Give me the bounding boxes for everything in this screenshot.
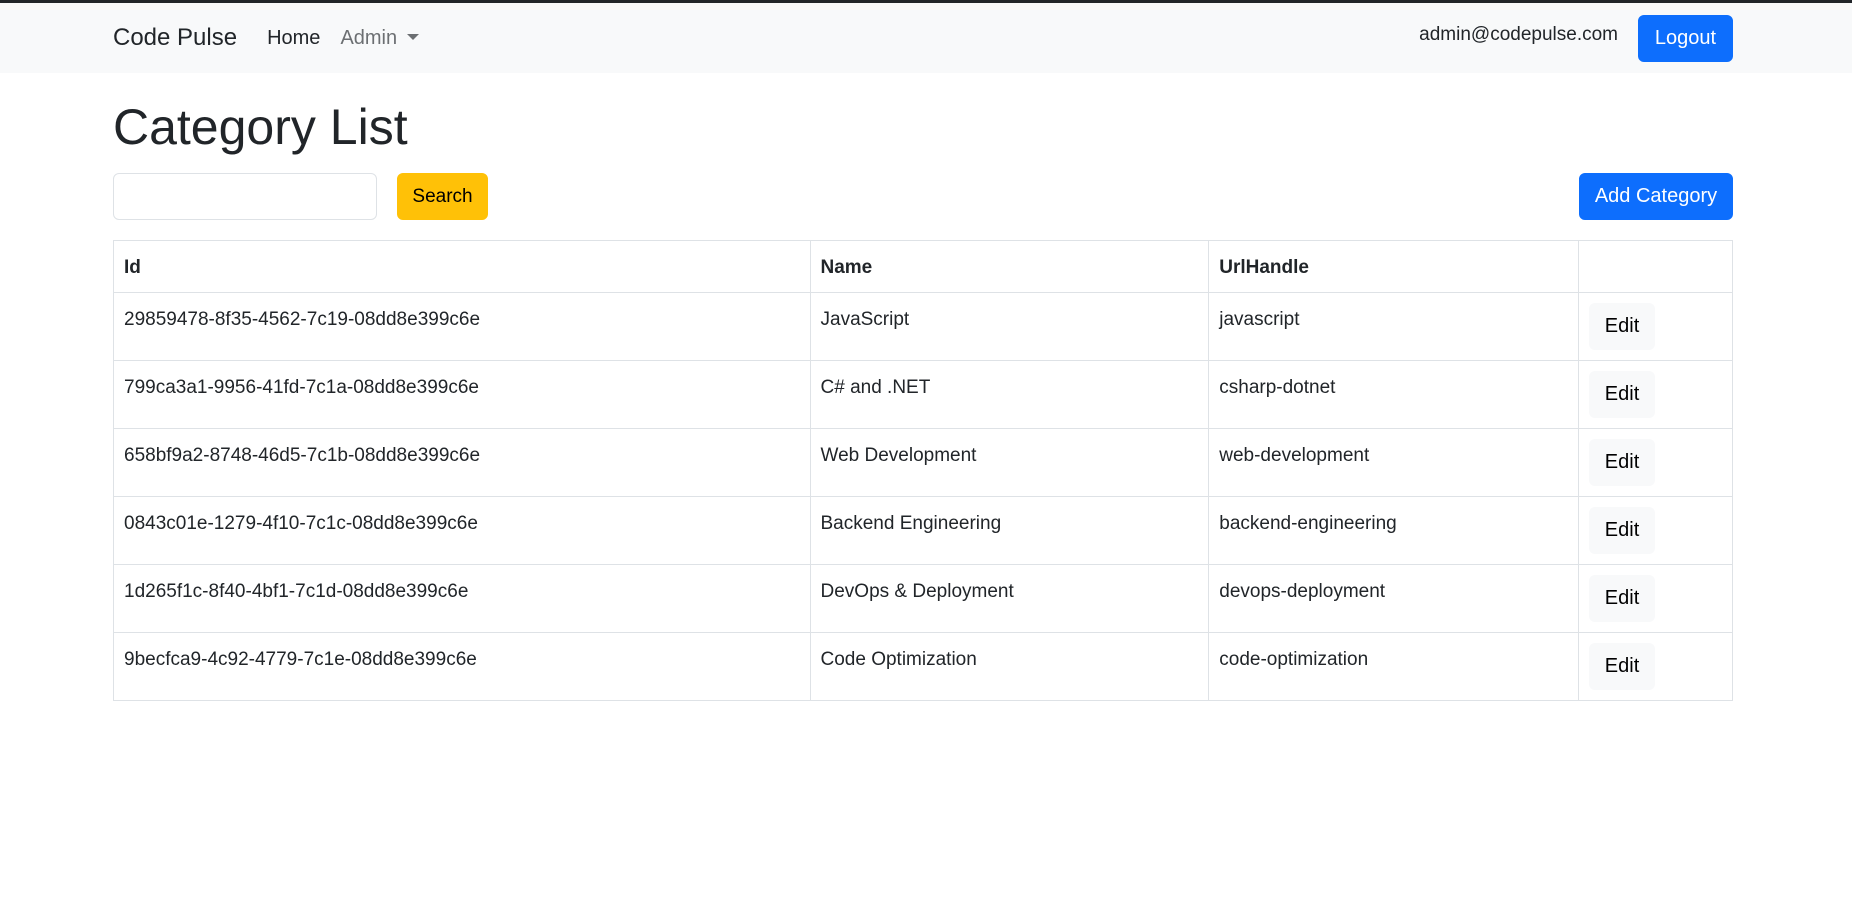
cell-actions: Edit — [1578, 632, 1733, 701]
chevron-down-icon — [407, 34, 420, 40]
cell-urlhandle: javascript — [1208, 292, 1580, 361]
cell-id: 1d265f1c-8f40-4bf1-7c1d-08dd8e399c6e — [113, 564, 811, 633]
cell-urlhandle: backend-engineering — [1208, 496, 1580, 565]
edit-button[interactable]: Edit — [1589, 575, 1656, 622]
brand-link[interactable]: Code Pulse — [113, 24, 237, 52]
nav-dropdown-admin-label: Admin — [340, 26, 398, 49]
category-table: Id Name UrlHandle 29859478-8f35-4562-7c1… — [113, 240, 1733, 701]
navbar-inner: Code Pulse Home Admin admin@codepulse.co… — [113, 3, 1733, 73]
table-header-row: Id Name UrlHandle — [113, 240, 1733, 293]
table-row: 9becfca9-4c92-4779-7c1e-08dd8e399c6e Cod… — [113, 632, 1733, 701]
page-title: Category List — [113, 99, 408, 155]
table-header: Id Name UrlHandle — [113, 240, 1733, 293]
edit-button[interactable]: Edit — [1589, 371, 1656, 418]
cell-urlhandle: web-development — [1208, 428, 1580, 497]
cell-id: 29859478-8f35-4562-7c19-08dd8e399c6e — [113, 292, 811, 361]
cell-actions: Edit — [1578, 564, 1733, 633]
user-email: admin@codepulse.com — [1419, 24, 1618, 45]
cell-name: Web Development — [809, 428, 1210, 497]
search-input[interactable] — [113, 173, 377, 220]
cell-id: 799ca3a1-9956-41fd-7c1a-08dd8e399c6e — [113, 360, 811, 429]
cell-name: JavaScript — [809, 292, 1210, 361]
search-button[interactable]: Search — [397, 173, 488, 220]
cell-urlhandle: devops-deployment — [1208, 564, 1580, 633]
cell-actions: Edit — [1578, 360, 1733, 429]
cell-actions: Edit — [1578, 428, 1733, 497]
add-category-button[interactable]: Add Category — [1579, 173, 1733, 220]
nav-dropdown-admin[interactable]: Admin — [340, 26, 420, 50]
edit-button[interactable]: Edit — [1589, 303, 1656, 350]
cell-actions: Edit — [1578, 496, 1733, 565]
table-row: 0843c01e-1279-4f10-7c1c-08dd8e399c6e Bac… — [113, 496, 1733, 565]
edit-button[interactable]: Edit — [1589, 439, 1656, 486]
cell-name: Backend Engineering — [809, 496, 1210, 565]
edit-button[interactable]: Edit — [1589, 643, 1656, 690]
navbar: Code Pulse Home Admin admin@codepulse.co… — [0, 3, 1852, 73]
column-header-id: Id — [113, 240, 811, 293]
cell-urlhandle: code-optimization — [1208, 632, 1580, 701]
table-row: 29859478-8f35-4562-7c19-08dd8e399c6e Jav… — [113, 292, 1733, 361]
column-header-name: Name — [809, 240, 1210, 293]
table-body: 29859478-8f35-4562-7c19-08dd8e399c6e Jav… — [113, 292, 1733, 701]
cell-actions: Edit — [1578, 292, 1733, 361]
cell-id: 0843c01e-1279-4f10-7c1c-08dd8e399c6e — [113, 496, 811, 565]
cell-id: 658bf9a2-8748-46d5-7c1b-08dd8e399c6e — [113, 428, 811, 497]
cell-name: DevOps & Deployment — [809, 564, 1210, 633]
table-row: 658bf9a2-8748-46d5-7c1b-08dd8e399c6e Web… — [113, 428, 1733, 497]
logout-button[interactable]: Logout — [1638, 14, 1733, 62]
cell-id: 9becfca9-4c92-4779-7c1e-08dd8e399c6e — [113, 632, 811, 701]
nav-link-home[interactable]: Home — [267, 27, 320, 50]
table-row: 799ca3a1-9956-41fd-7c1a-08dd8e399c6e C# … — [113, 360, 1733, 429]
cell-name: C# and .NET — [809, 360, 1210, 429]
cell-name: Code Optimization — [809, 632, 1210, 701]
table-row: 1d265f1c-8f40-4bf1-7c1d-08dd8e399c6e Dev… — [113, 564, 1733, 633]
cell-urlhandle: csharp-dotnet — [1208, 360, 1580, 429]
column-header-urlhandle: UrlHandle — [1208, 240, 1580, 293]
navbar-user-area: admin@codepulse.com Logout — [1419, 14, 1733, 62]
column-header-actions — [1578, 240, 1733, 293]
edit-button[interactable]: Edit — [1589, 507, 1656, 554]
